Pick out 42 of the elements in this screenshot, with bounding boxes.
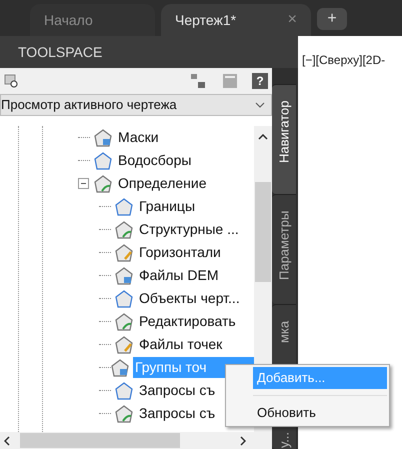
tree-item[interactable]: Структурные ... [137, 219, 241, 240]
pentagon-icon [115, 266, 133, 284]
view-select[interactable]: Просмотр активного чертежа [0, 94, 272, 116]
collapse-toggle[interactable] [78, 178, 89, 189]
pentagon-icon [115, 336, 133, 354]
document-tab[interactable]: Чертеж1* × [161, 4, 311, 36]
pentagon-icon [94, 128, 112, 146]
pentagon-icon [94, 152, 112, 170]
tree-item[interactable]: Объекты черт... [137, 288, 242, 309]
side-tab[interactable]: Навигатор [272, 84, 296, 194]
tree-item[interactable]: Определение [116, 173, 209, 194]
hierarchy-icon[interactable] [190, 73, 206, 89]
tree-item[interactable]: Файлы DEM [137, 265, 220, 286]
pentagon-icon [94, 174, 112, 192]
new-tab-button[interactable]: + [317, 8, 347, 30]
panel-title: TOOLSPACE [18, 42, 102, 62]
pentagon-icon [111, 358, 129, 376]
document-tab[interactable]: Начало [30, 4, 155, 36]
chevron-right-icon[interactable] [240, 436, 246, 446]
viewport-label[interactable]: [−][Сверху][2D- [302, 53, 386, 67]
chevron-left-icon[interactable] [4, 436, 10, 446]
tree-item[interactable]: Маски [116, 127, 161, 148]
tree-item[interactable]: Запросы съ [137, 380, 218, 401]
tree-item[interactable]: Водосборы [116, 150, 194, 171]
tree-item[interactable]: Горизонтали [137, 242, 223, 263]
tree-item[interactable]: Запросы съ [137, 403, 218, 424]
pentagon-icon [115, 244, 133, 262]
chevron-up-icon[interactable] [258, 134, 268, 140]
pentagon-icon [115, 382, 133, 400]
pentagon-icon [115, 312, 133, 330]
pentagon-icon [115, 220, 133, 238]
pentagon-icon [115, 198, 133, 216]
horizontal-scrollbar[interactable] [0, 432, 272, 449]
magnifier-icon[interactable] [4, 73, 20, 89]
help-button[interactable]: ? [252, 73, 268, 89]
side-tab[interactable]: Параметры [272, 194, 296, 304]
pentagon-icon [115, 290, 133, 308]
tree-item[interactable]: Редактировать [137, 311, 238, 332]
tree-item[interactable]: Границы [137, 196, 197, 217]
tree-item[interactable]: Файлы точек [137, 334, 224, 355]
chevron-down-icon [255, 102, 265, 108]
pentagon-icon [115, 404, 133, 422]
